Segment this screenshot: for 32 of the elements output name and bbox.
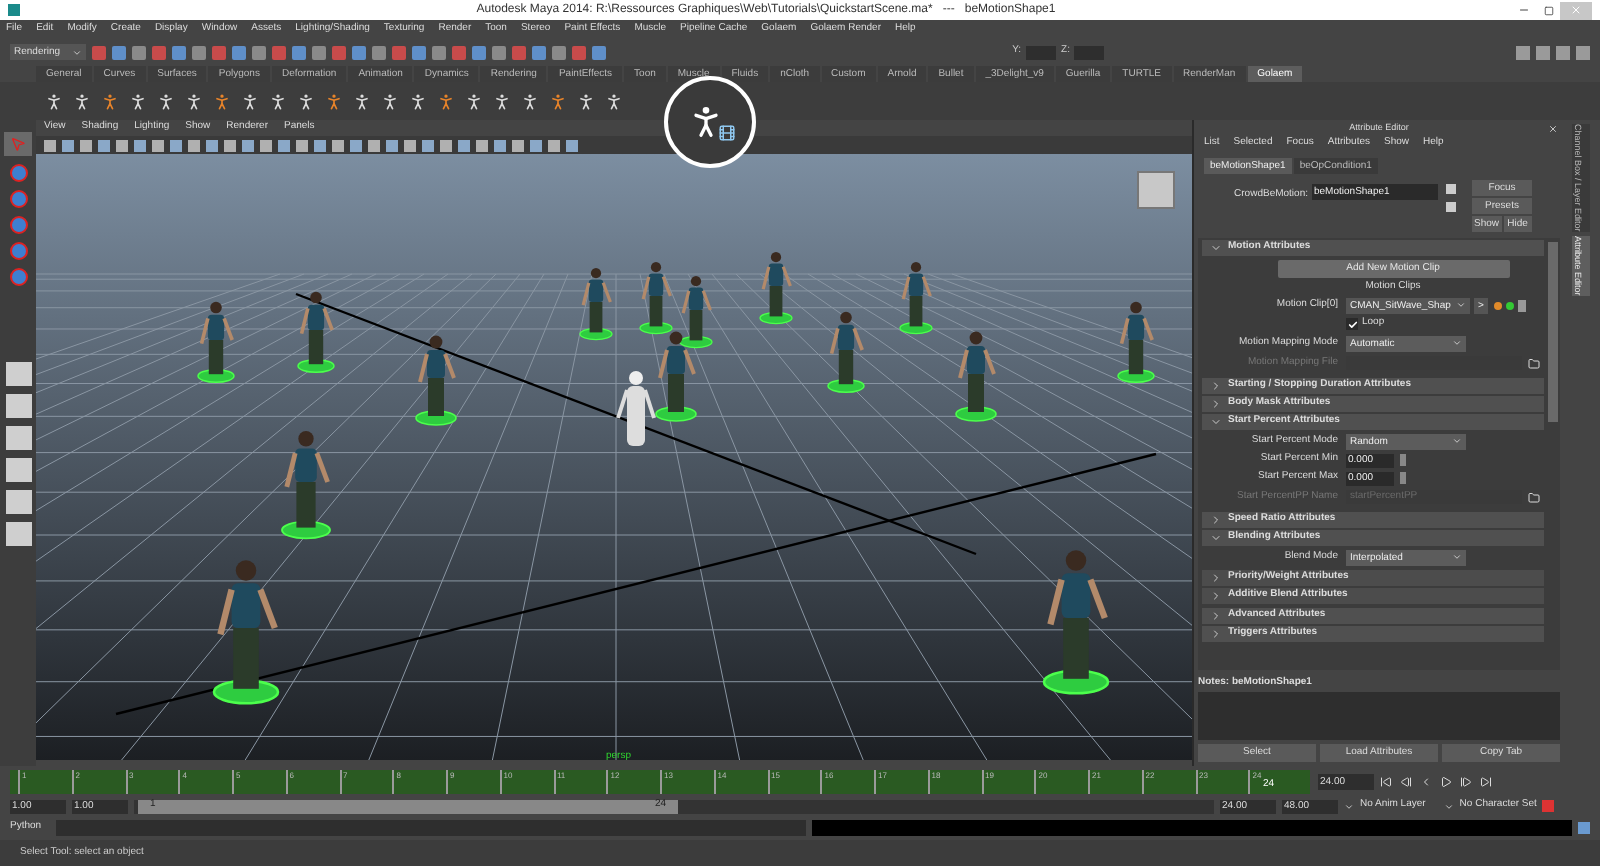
- figure-icon[interactable]: [380, 91, 400, 111]
- figure-icon[interactable]: [100, 91, 120, 111]
- figure-icon[interactable]: [352, 91, 372, 111]
- film-icon[interactable]: [717, 123, 735, 141]
- folder-icon[interactable]: [1528, 357, 1540, 369]
- figure-icon[interactable]: [128, 91, 148, 111]
- figure-icon[interactable]: [296, 91, 316, 111]
- loop-checkbox[interactable]: [1346, 318, 1358, 330]
- figure-icon[interactable]: [44, 91, 64, 111]
- figure-icon[interactable]: [240, 91, 260, 111]
- figure-icon[interactable]: [184, 91, 204, 111]
- figure-icon[interactable]: [576, 91, 596, 111]
- playback-icon[interactable]: [1458, 775, 1474, 787]
- figure-icon[interactable]: [156, 91, 176, 111]
- figure-icon[interactable]: [604, 91, 624, 111]
- figure-icon[interactable]: [212, 91, 232, 111]
- figure-icon[interactable]: [408, 91, 428, 111]
- folder-icon[interactable]: [1528, 491, 1540, 503]
- playback-icon[interactable]: [1398, 775, 1414, 787]
- figure-icon[interactable]: [436, 91, 456, 111]
- figure-icon[interactable]: [464, 91, 484, 111]
- figure-icon[interactable]: [548, 91, 568, 111]
- figure-icon[interactable]: [520, 91, 540, 111]
- playback-icon[interactable]: [1378, 775, 1394, 787]
- playback-icon[interactable]: [1478, 775, 1494, 787]
- slider-thumb[interactable]: [1400, 454, 1407, 466]
- figure-icon[interactable]: [492, 91, 512, 111]
- scrollbar[interactable]: [1548, 242, 1558, 422]
- figure-icon[interactable]: [72, 91, 92, 111]
- figure-icon[interactable]: [268, 91, 288, 111]
- figure-icon[interactable]: [324, 91, 344, 111]
- slider-thumb[interactable]: [1400, 472, 1407, 484]
